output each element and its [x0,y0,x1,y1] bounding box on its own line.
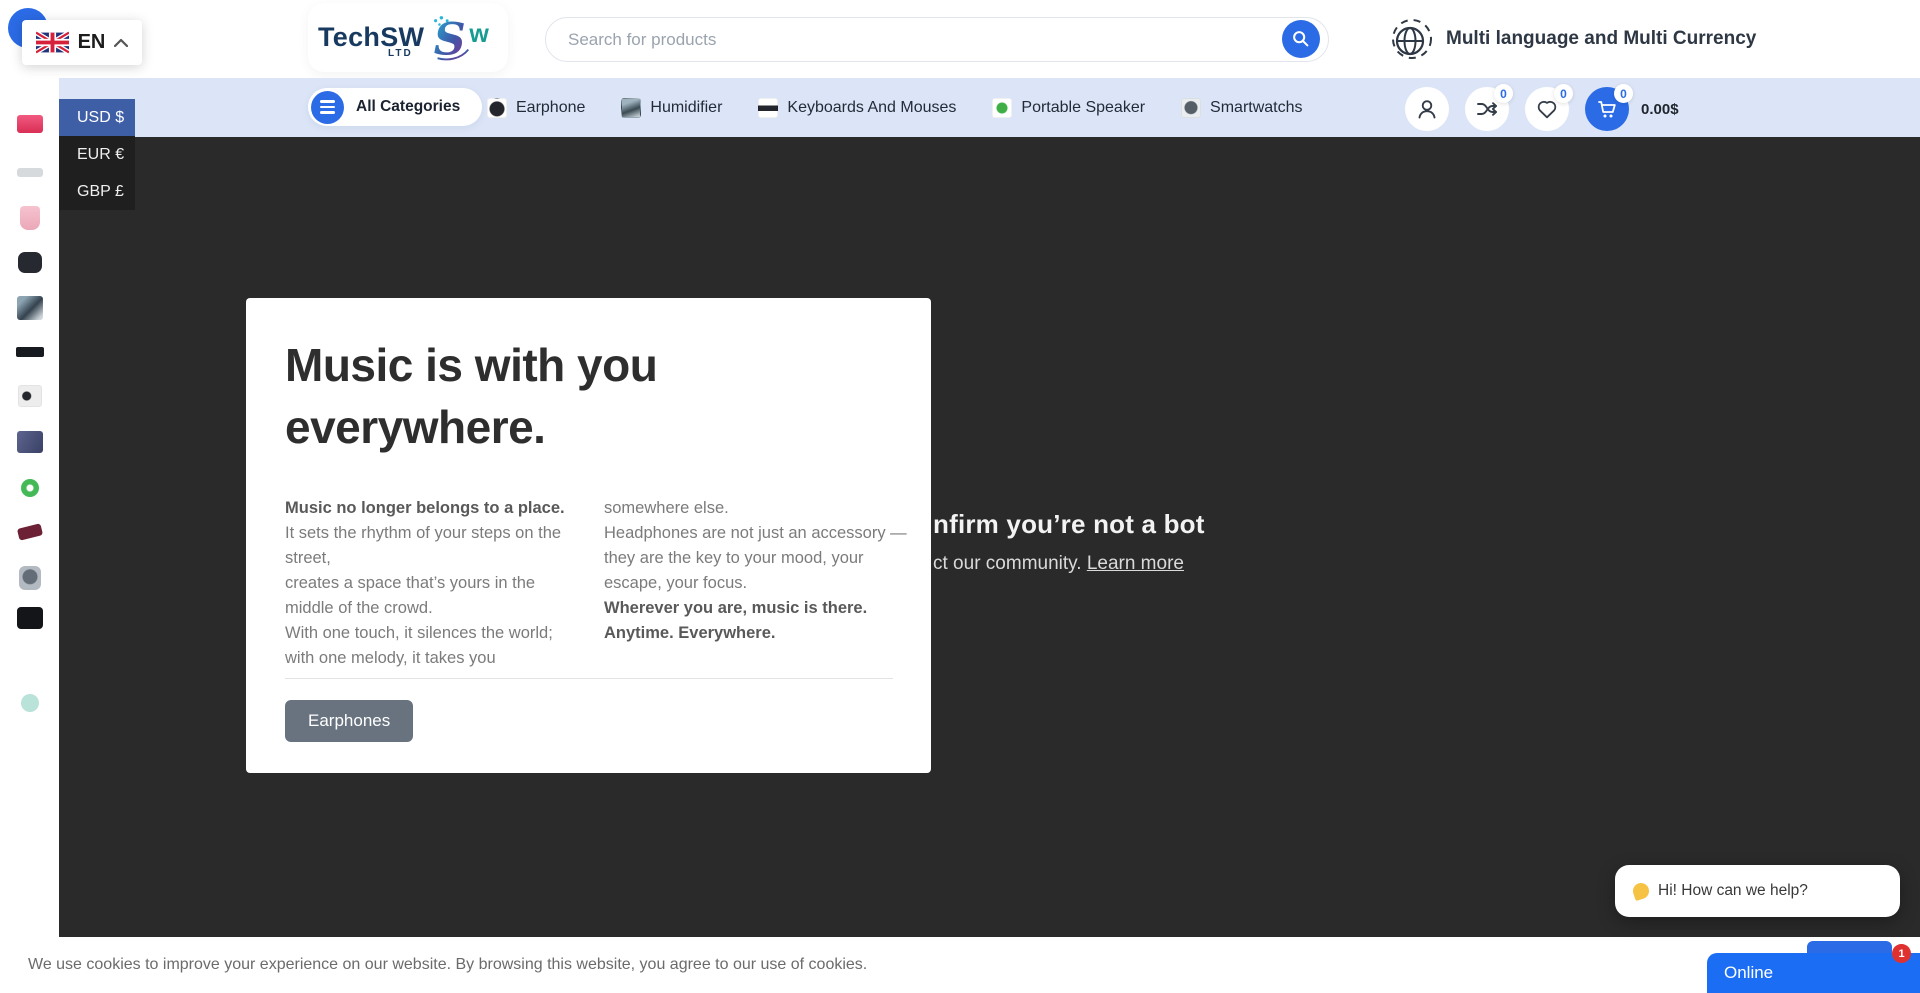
cookie-banner: We use cookies to improve your experienc… [0,937,1920,993]
sidebar-thumb-earbuds[interactable] [18,385,42,407]
currency-option-usd[interactable]: USD $ [59,99,135,136]
nav-item-portable-speaker[interactable]: Portable Speaker [992,98,1145,118]
search-button[interactable] [1282,20,1320,58]
user-icon [1415,97,1439,121]
sidebar-thumb-navy-wallet[interactable] [17,431,43,453]
hero-divider [285,678,893,679]
page: TechSW S w LTD [0,0,1920,993]
bot-check-heading-fragment: nfirm you’re not a bot [933,509,1205,540]
multi-language-banner: Multi language and Multi Currency [1390,18,1756,60]
nav-item-thumbnail-icon [621,98,641,118]
heart-icon [1535,97,1559,121]
hero-paragraph-left: Music no longer belongs to a place.It se… [285,496,577,671]
cart-count-badge: 0 [1614,84,1633,103]
cart-button[interactable]: 0 [1585,87,1629,131]
wishlist-count-badge: 0 [1554,84,1573,103]
currency-dropdown: USD $ EUR € GBP £ [59,99,135,210]
main-navigation: All Categories Earphone Humidifier Keybo… [59,78,1920,137]
search-bar [545,17,1329,62]
waving-hand-icon [1631,881,1651,901]
chat-status-label: Online [1724,963,1773,983]
shuffle-icon [1475,97,1499,121]
earphones-button[interactable]: Earphones [285,700,413,742]
sidebar-thumb-green-ring[interactable] [21,479,39,497]
sidebar-thumb-pink-dress[interactable] [20,206,40,230]
header: TechSW S w LTD [59,0,1920,78]
cookie-message: We use cookies to improve your experienc… [28,956,867,974]
language-code: EN [78,31,106,54]
chat-launcher-tab[interactable]: Online 1 [1707,953,1920,993]
header-actions: 0 0 0 0.00$ [1405,87,1679,131]
search-input[interactable] [545,17,1329,62]
logo-ltd: LTD [388,48,413,59]
chevron-up-icon [114,38,128,47]
chat-greeting-bubble[interactable]: Hi! How can we help? [1615,865,1900,917]
bot-check-message: nfirm you’re not a bot ct our community.… [933,509,1205,575]
sidebar-thumb-smartwatch[interactable] [19,566,41,590]
currency-option-gbp[interactable]: GBP £ [59,173,135,210]
sidebar-thumb-product-photo[interactable] [17,296,43,320]
nav-item-humidifier[interactable]: Humidifier [621,98,722,118]
language-selector[interactable]: EN [22,20,142,65]
chat-notification-badge: 1 [1892,944,1911,963]
globe-icon [1390,18,1434,60]
sidebar-thumb-mint-speaker[interactable] [21,694,39,712]
currency-option-eur[interactable]: EUR € [59,136,135,173]
learn-more-link[interactable]: Learn more [1087,553,1184,574]
tagline-text: Multi language and Multi Currency [1446,28,1756,50]
sidebar-thumb-cat-headphones[interactable] [18,252,42,273]
nav-item-thumbnail-icon [992,98,1012,118]
wishlist-button[interactable]: 0 [1525,87,1569,131]
all-categories-button[interactable]: All Categories [308,88,482,126]
bot-check-subtext-fragment: ct our community. [933,553,1087,574]
site-logo[interactable]: TechSW S w LTD [308,3,508,72]
chat-greeting-text: Hi! How can we help? [1658,882,1808,900]
account-button[interactable] [1405,87,1449,131]
nav-item-smartwatchs[interactable]: Smartwatchs [1181,98,1302,118]
category-sidebar [0,0,59,993]
cart-icon [1595,97,1619,121]
nav-items: Earphone Humidifier Keyboards And Mouses… [487,78,1303,137]
nav-item-thumbnail-icon [487,98,507,118]
hero-paragraph-right: somewhere else.Headphones are not just a… [604,496,916,646]
compare-button[interactable]: 0 [1465,87,1509,131]
nav-item-thumbnail-icon [1181,98,1201,118]
sidebar-thumb-keyboard[interactable] [16,347,44,357]
nav-item-earphone[interactable]: Earphone [487,98,585,118]
logo-suffix: w [469,20,488,49]
hamburger-icon [311,91,344,124]
sidebar-thumb-black-jacket[interactable] [17,607,43,629]
sidebar-thumb-humidifier[interactable] [17,168,43,177]
nav-item-thumbnail-icon [758,98,778,118]
nav-item-keyboards-and-mouses[interactable]: Keyboards And Mouses [758,98,956,118]
cart-total: 0.00$ [1641,101,1679,118]
hero-card: Music is with you everywhere. Music no l… [246,298,931,773]
sidebar-thumb-maroon-case[interactable] [16,523,42,540]
all-categories-label: All Categories [356,98,460,116]
hero-title: Music is with you everywhere. [285,334,657,458]
compare-count-badge: 0 [1494,84,1513,103]
search-icon [1290,28,1312,50]
uk-flag-icon [36,30,69,55]
sidebar-thumb-pink-speaker[interactable] [17,115,43,133]
